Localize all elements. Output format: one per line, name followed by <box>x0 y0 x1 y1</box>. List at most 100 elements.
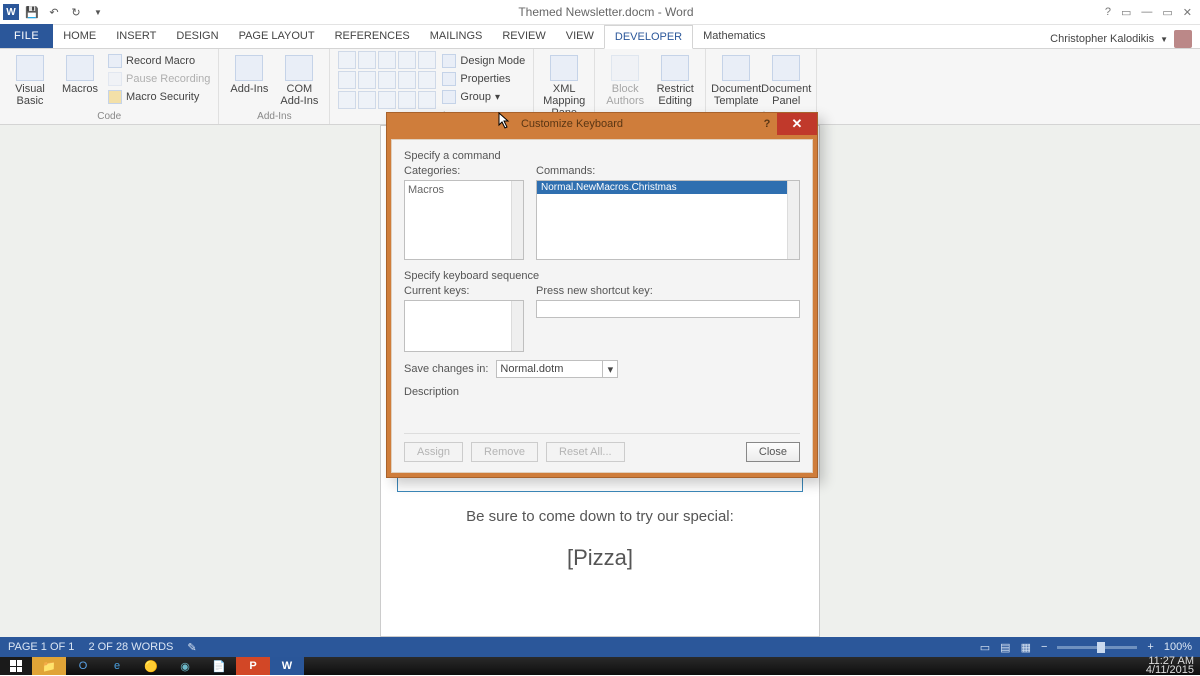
specify-sequence-label: Specify keyboard sequence <box>404 270 800 282</box>
page-indicator[interactable]: PAGE 1 OF 1 <box>8 641 74 653</box>
system-date: 4/11/2015 <box>1146 666 1194 675</box>
group-label-code: Code <box>8 111 210 124</box>
body-text-2[interactable]: [Pizza] <box>381 545 819 571</box>
window-controls: ? ▭ — ▭ ✕ <box>1105 6 1200 19</box>
tab-insert[interactable]: INSERT <box>106 24 166 48</box>
file-tab[interactable]: FILE <box>0 24 53 48</box>
avatar[interactable] <box>1174 30 1192 48</box>
tab-home[interactable]: HOME <box>53 24 106 48</box>
current-keys-label: Current keys: <box>404 285 524 297</box>
addins-button[interactable]: Add-Ins <box>227 51 271 107</box>
document-panel-button[interactable]: Document Panel <box>764 51 808 107</box>
customize-keyboard-dialog: Customize Keyboard ? ✕ Specify a command… <box>386 112 818 478</box>
categories-listbox[interactable]: Macros <box>404 180 524 260</box>
tab-developer[interactable]: DEVELOPER <box>604 25 693 49</box>
start-button[interactable] <box>0 657 32 675</box>
dialog-titlebar[interactable]: Customize Keyboard ? ✕ <box>387 113 817 135</box>
group-label-addins: Add-Ins <box>227 111 321 124</box>
close-button[interactable]: Close <box>746 442 800 462</box>
tab-mathematics[interactable]: Mathematics <box>693 24 775 48</box>
xml-mapping-button[interactable]: XML Mapping Pane <box>542 51 586 119</box>
group-button[interactable]: Group ▾ <box>442 89 525 105</box>
properties-button[interactable]: Properties <box>442 71 525 87</box>
tab-mailings[interactable]: MAILINGS <box>420 24 493 48</box>
close-icon[interactable]: ✕ <box>1183 6 1192 19</box>
press-new-label: Press new shortcut key: <box>536 285 800 297</box>
view-web-icon[interactable]: ▦ <box>1021 641 1031 654</box>
zoom-level[interactable]: 100% <box>1164 641 1192 653</box>
maximize-icon[interactable]: ▭ <box>1162 6 1172 19</box>
task-ie-icon[interactable]: e <box>100 657 134 675</box>
pause-recording-button[interactable]: Pause Recording <box>108 71 210 87</box>
save-icon[interactable]: 💾 <box>23 3 41 21</box>
task-word-icon[interactable]: W <box>270 657 304 675</box>
task-ppt-icon[interactable]: P <box>236 657 270 675</box>
categories-label: Categories: <box>404 165 524 177</box>
qat-dropdown-icon[interactable]: ▼ <box>89 3 107 21</box>
macro-security-button[interactable]: Macro Security <box>108 89 210 105</box>
scrollbar[interactable] <box>511 181 523 259</box>
dialog-body: Specify a command Categories: Macros Com… <box>391 139 813 473</box>
macros-button[interactable]: Macros <box>58 51 102 107</box>
titlebar: W 💾 ↶ ↻ ▼ Themed Newsletter.docm - Word … <box>0 0 1200 25</box>
tab-review[interactable]: REVIEW <box>492 24 555 48</box>
save-changes-dropdown[interactable]: Normal.dotm ▾ <box>496 360 618 378</box>
document-template-button[interactable]: Document Template <box>714 51 758 107</box>
current-keys-listbox[interactable] <box>404 300 524 352</box>
view-print-icon[interactable]: ▤ <box>1000 641 1010 654</box>
commands-label: Commands: <box>536 165 800 177</box>
description-label: Description <box>404 386 800 398</box>
body-text-1[interactable]: Be sure to come down to try our special: <box>381 508 819 525</box>
zoom-out-icon[interactable]: − <box>1041 641 1047 653</box>
proofing-icon[interactable]: ✎ <box>187 641 196 654</box>
help-icon[interactable]: ? <box>1105 6 1111 19</box>
status-bar: PAGE 1 OF 1 2 OF 28 WORDS ✎ ▭ ▤ ▦ − + 10… <box>0 637 1200 657</box>
command-selected[interactable]: Normal.NewMacros.Christmas <box>537 181 799 194</box>
redo-icon[interactable]: ↻ <box>67 3 85 21</box>
user-area[interactable]: Christopher Kalodikis ▼ <box>1050 30 1200 48</box>
specify-command-label: Specify a command <box>404 150 800 162</box>
com-addins-button[interactable]: COM Add-Ins <box>277 51 321 107</box>
scrollbar[interactable] <box>511 301 523 351</box>
scrollbar[interactable] <box>787 181 799 259</box>
word-icon: W <box>3 4 19 20</box>
record-macro-button[interactable]: Record Macro <box>108 53 210 69</box>
taskbar: 📁 O e 🟡 ◉ 📄 P W 11:27 AM 4/11/2015 <box>0 657 1200 675</box>
task-chrome-icon[interactable]: 🟡 <box>134 657 168 675</box>
undo-icon[interactable]: ↶ <box>45 3 63 21</box>
task-explorer-icon[interactable]: 📁 <box>32 657 66 675</box>
task-camtasia-icon[interactable]: ◉ <box>168 657 202 675</box>
user-dropdown-icon[interactable]: ▼ <box>1160 35 1168 44</box>
task-notepad-icon[interactable]: 📄 <box>202 657 236 675</box>
design-mode-button[interactable]: Design Mode <box>442 53 525 69</box>
tab-view[interactable]: VIEW <box>556 24 604 48</box>
save-changes-label: Save changes in: <box>404 363 488 375</box>
window-title: Themed Newsletter.docm - Word <box>107 5 1105 19</box>
visual-basic-button[interactable]: Visual Basic <box>8 51 52 107</box>
reset-all-button: Reset All... <box>546 442 625 462</box>
shortcut-key-input[interactable] <box>536 300 800 318</box>
dialog-close-icon[interactable]: ✕ <box>777 113 817 135</box>
user-name: Christopher Kalodikis <box>1050 33 1154 45</box>
word-count[interactable]: 2 OF 28 WORDS <box>88 641 173 653</box>
task-outlook-icon[interactable]: O <box>66 657 100 675</box>
tab-page-layout[interactable]: PAGE LAYOUT <box>229 24 325 48</box>
dialog-help-icon[interactable]: ? <box>757 118 777 130</box>
zoom-in-icon[interactable]: + <box>1147 641 1153 653</box>
minimize-icon[interactable]: — <box>1141 6 1152 19</box>
assign-button: Assign <box>404 442 463 462</box>
ribbon-tabs: FILE HOME INSERT DESIGN PAGE LAYOUT REFE… <box>0 25 1200 49</box>
save-changes-value: Normal.dotm <box>500 363 563 375</box>
dialog-title: Customize Keyboard <box>387 118 757 130</box>
view-read-icon[interactable]: ▭ <box>980 641 990 654</box>
zoom-slider[interactable] <box>1057 646 1137 649</box>
chevron-down-icon[interactable]: ▾ <box>602 361 617 377</box>
controls-gallery[interactable] <box>338 51 436 109</box>
commands-listbox[interactable]: Normal.NewMacros.Christmas <box>536 180 800 260</box>
system-clock[interactable]: 11:27 AM 4/11/2015 <box>1146 657 1200 675</box>
tab-design[interactable]: DESIGN <box>166 24 228 48</box>
ribbon-options-icon[interactable]: ▭ <box>1121 6 1131 19</box>
categories-value: Macros <box>408 184 444 196</box>
restrict-editing-button[interactable]: Restrict Editing <box>653 51 697 107</box>
tab-references[interactable]: REFERENCES <box>325 24 420 48</box>
